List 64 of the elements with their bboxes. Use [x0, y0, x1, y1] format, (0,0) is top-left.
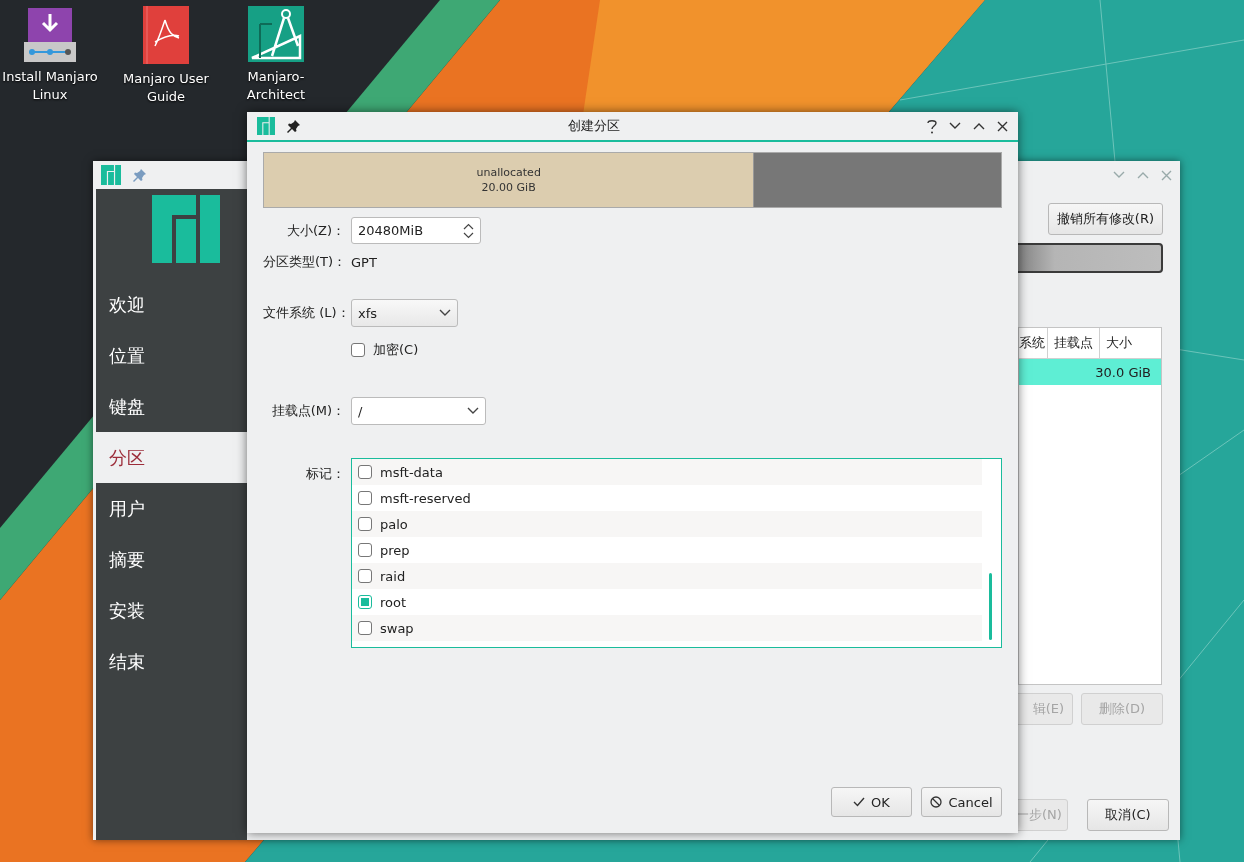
encrypt-label[interactable]: 加密(C)	[373, 341, 419, 359]
segment-label: unallocated	[476, 165, 541, 180]
sidebar-item[interactable]: 用户	[96, 483, 247, 534]
flag-label[interactable]: msft-reserved	[380, 490, 471, 506]
cancel-button[interactable]: Cancel	[921, 787, 1002, 817]
revert-button[interactable]: 撤销所有修改(R)	[1047, 203, 1163, 235]
manjaro-logo-icon	[151, 195, 220, 263]
desktop-icon-label[interactable]: Install Manjaro Linux	[2, 68, 98, 104]
close-icon[interactable]	[997, 120, 1008, 132]
column-header[interactable]: 挂载点	[1048, 328, 1100, 358]
flag-label[interactable]: palo	[380, 516, 408, 532]
flag-label[interactable]: swap	[380, 620, 414, 636]
segment-size: 20.00 GiB	[481, 180, 536, 195]
sidebar-item[interactable]: 分区	[96, 432, 247, 483]
scrollbar-thumb[interactable]	[989, 573, 992, 640]
column-header[interactable]: 系统	[1019, 328, 1048, 358]
filesystem-label: 文件系统 (L)：	[263, 304, 345, 322]
dropdown-icon[interactable]	[439, 309, 451, 317]
flags-label: 标记：	[305, 465, 345, 483]
sidebar-item[interactable]: 安装	[96, 585, 247, 636]
mount-point-label: 挂载点(M)：	[270, 402, 345, 420]
check-icon	[853, 797, 866, 807]
sidebar-item[interactable]: 欢迎	[96, 279, 247, 330]
maximize-icon[interactable]	[973, 122, 985, 130]
mount-point-combo[interactable]: /	[351, 397, 486, 425]
installer-cancel-button[interactable]: 取消(C)	[1087, 799, 1169, 831]
sidebar-item[interactable]: 位置	[96, 330, 247, 381]
flag-checkbox[interactable]	[358, 569, 372, 583]
compass-icon[interactable]	[248, 6, 304, 62]
table-row[interactable]: 30.0 GiB	[1019, 359, 1161, 385]
pin-icon[interactable]	[287, 119, 300, 133]
sidebar-item[interactable]: 结束	[96, 636, 247, 687]
desktop-icon-label[interactable]: Manjaro User Guide	[118, 70, 214, 106]
flag-checkbox[interactable]	[358, 621, 372, 635]
flag-checkbox[interactable]	[358, 543, 372, 557]
filesystem-combo[interactable]: xfs	[351, 299, 458, 327]
ok-button[interactable]: OK	[831, 787, 912, 817]
size-label: 大小(Z)：	[285, 221, 345, 240]
flag-checkbox[interactable]	[358, 595, 372, 609]
book-icon[interactable]	[143, 6, 189, 64]
cancel-icon	[930, 796, 943, 808]
flag-label[interactable]: raid	[380, 568, 406, 584]
flag-checkbox[interactable]	[358, 465, 372, 479]
flag-label[interactable]: prep	[380, 542, 410, 558]
flag-label[interactable]: msft-data	[380, 464, 443, 480]
flag-label[interactable]: root	[380, 594, 407, 610]
sidebar-item[interactable]: 键盘	[96, 381, 247, 432]
flag-checkbox[interactable]	[358, 491, 372, 505]
help-icon[interactable]	[927, 118, 937, 134]
sidebar-item[interactable]: 摘要	[96, 534, 247, 585]
column-header[interactable]: 大小	[1100, 328, 1161, 358]
flag-checkbox[interactable]	[358, 517, 372, 531]
app-logo-icon	[257, 117, 275, 135]
encrypt-checkbox[interactable]	[351, 343, 365, 357]
minimize-icon[interactable]	[949, 122, 961, 130]
desktop-icon-label[interactable]: Manjaro-Architect	[228, 68, 324, 104]
installer-icon[interactable]	[22, 6, 78, 62]
type-label: 分区类型(T)：	[263, 253, 345, 271]
spin-arrows-icon[interactable]	[463, 222, 474, 239]
size-spinbox[interactable]: 20480MiB	[351, 217, 481, 244]
type-value: GPT	[351, 254, 377, 270]
dropdown-icon[interactable]	[467, 407, 479, 415]
app-logo-icon	[101, 165, 121, 185]
dialog-title: 创建分区	[566, 117, 621, 135]
